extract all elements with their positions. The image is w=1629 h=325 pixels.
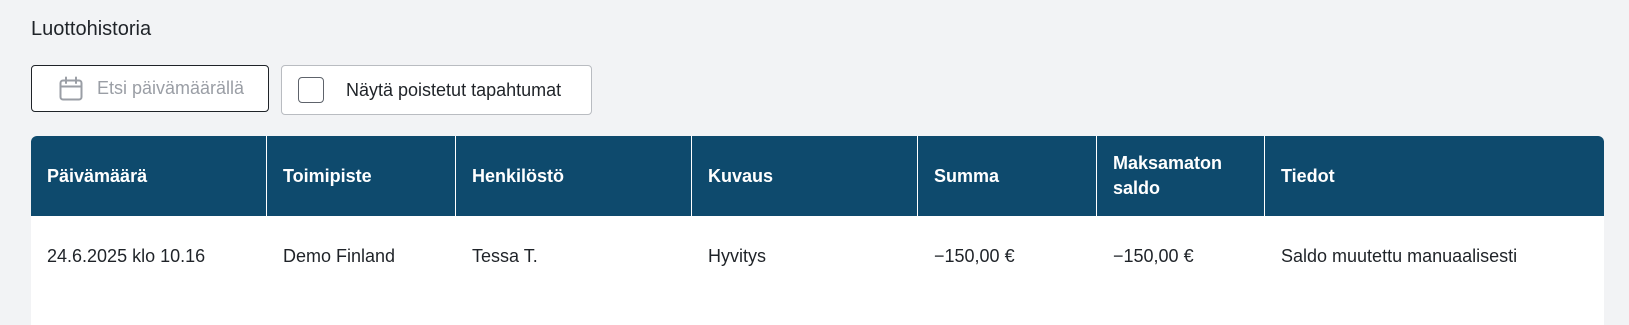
show-deleted-checkbox[interactable] [298,77,324,103]
calendar-icon [58,76,84,102]
show-deleted-label: Näytä poistetut tapahtumat [346,79,562,100]
cell-date: 24.6.2025 klo 10.16 [47,245,206,266]
date-search-placeholder: Etsi päivämäärällä [97,78,245,98]
cell-staff: Tessa T. [472,245,538,266]
cell-location: Demo Finland [283,245,396,266]
table-header: Päivämäärä Toimipiste Henkilöstö Kuvaus … [31,136,1604,216]
column-header-amount: Summa [918,136,1097,216]
column-header-details: Tiedot [1281,165,1335,186]
date-search-input[interactable]: Etsi päivämäärällä [31,65,269,112]
section-title: Luottohistoria [31,18,152,40]
cell-unpaid-balance: −150,00 € [1113,245,1194,266]
credit-history-table: Päivämäärä Toimipiste Henkilöstö Kuvaus … [31,136,1604,325]
table-row: 24.6.2025 klo 10.16 Demo Finland Tessa T… [31,216,1604,296]
column-header-unpaid-balance: Maksamaton saldo [1097,136,1265,216]
cell-description: Hyvitys [708,245,766,266]
column-header-staff: Henkilöstö [456,136,692,216]
cell-amount: −150,00 € [934,245,1015,266]
column-header-description: Kuvaus [692,136,918,216]
credit-history-page: Luottohistoria Etsi päivämäärällä Näytä … [0,0,1629,325]
cell-details: Saldo muutettu manuaalisesti [1281,245,1518,266]
column-header-date: Päivämäärä [31,136,267,216]
column-header-location: Toimipiste [267,136,456,216]
show-deleted-toggle[interactable]: Näytä poistetut tapahtumat [281,65,592,115]
